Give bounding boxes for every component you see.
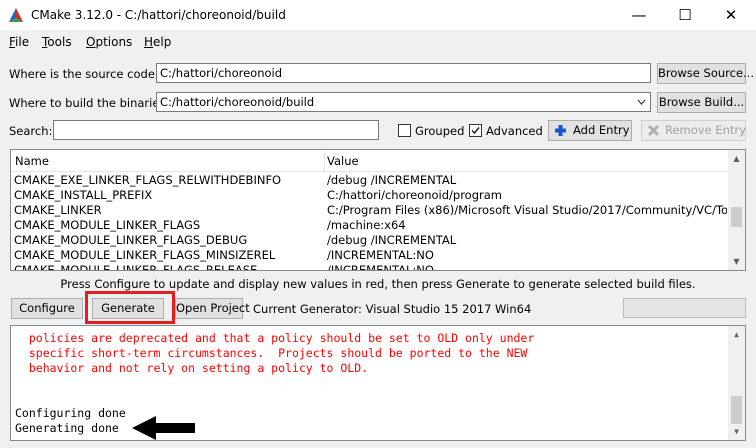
search-label: Search:: [9, 124, 53, 138]
build-label: Where to build the binaries:: [9, 96, 170, 110]
output-scroll-down-arrow-icon[interactable]: ▼: [728, 423, 745, 440]
output-scroll-up-arrow-icon[interactable]: ▲: [728, 326, 745, 343]
advanced-checkbox[interactable]: [469, 124, 482, 137]
cache-table[interactable]: Name Value CMAKE_EXE_LINKER_FLAGS_RELWIT…: [10, 149, 746, 271]
menu-file[interactable]: File: [9, 35, 29, 49]
minimize-button[interactable]: —: [616, 0, 662, 31]
menu-bar: File Tools Options Help: [0, 31, 756, 53]
column-value-header[interactable]: Value: [327, 154, 359, 168]
configure-button[interactable]: Configure: [11, 298, 83, 319]
checkmark-icon: [471, 127, 480, 135]
table-row[interactable]: CMAKE_LINKER C:/Program Files (x86)/Micro…: [11, 203, 729, 218]
build-path-value: C:/hattori/choreonoid/build: [160, 95, 315, 109]
remove-entry-label: Remove Entry: [665, 123, 746, 137]
table-row[interactable]: CMAKE_MODULE_LINKER_FLAGS_DEBUG/debug /I…: [11, 233, 729, 248]
table-row[interactable]: CMAKE_EXE_LINKER_FLAGS_RELWITHDEBINFO/de…: [11, 173, 729, 188]
table-header: Name Value: [11, 150, 729, 172]
output-scrollbar[interactable]: ▲ ▼: [728, 326, 745, 440]
menu-help[interactable]: Help: [144, 35, 171, 49]
scroll-thumb[interactable]: [731, 207, 742, 227]
advanced-label: Advanced: [486, 124, 543, 138]
browse-build-button[interactable]: Browse Build...: [657, 92, 746, 113]
add-entry-button[interactable]: Add Entry: [548, 120, 632, 141]
menu-options[interactable]: Options: [86, 35, 132, 49]
table-row[interactable]: CMAKE_MODULE_LINKER_FLAGS_RELEASE/INCREM…: [11, 263, 729, 270]
grouped-checkbox[interactable]: [398, 124, 411, 137]
log-line: Configuring done: [15, 406, 126, 420]
output-scroll-thumb[interactable]: [731, 396, 742, 424]
menu-tools[interactable]: Tools: [42, 35, 72, 49]
annotation-arrow-icon: [132, 416, 195, 440]
remove-entry-button[interactable]: Remove Entry: [641, 120, 746, 141]
log-line: Generating done: [15, 421, 119, 435]
add-entry-label: Add Entry: [573, 123, 630, 137]
build-path-combobox[interactable]: C:/hattori/choreonoid/build: [156, 92, 651, 112]
current-generator-text: Current Generator: Visual Studio 15 2017…: [253, 302, 532, 316]
table-row[interactable]: CMAKE_MODULE_LINKER_FLAGS_MINSIZEREL/INC…: [11, 248, 729, 263]
maximize-button[interactable]: ☐: [662, 0, 708, 31]
progress-bar: [623, 298, 746, 318]
dropdown-arrow-icon: [637, 99, 646, 105]
scroll-down-arrow-icon[interactable]: ▼: [728, 253, 745, 270]
column-name-header[interactable]: Name: [15, 154, 49, 168]
source-label: Where is the source code:: [9, 67, 159, 81]
grouped-label: Grouped: [415, 124, 465, 138]
cmake-logo-icon: [9, 8, 23, 22]
column-divider[interactable]: [324, 150, 325, 172]
add-entry-icon: [555, 125, 566, 136]
generate-highlight-box: [85, 291, 175, 324]
close-button[interactable]: ✕: [708, 0, 754, 31]
search-input[interactable]: [53, 120, 379, 140]
browse-source-button[interactable]: Browse Source...: [657, 63, 754, 84]
table-row[interactable]: CMAKE_INSTALL_PREFIX C:/hattori/choreonoi…: [11, 188, 729, 203]
scroll-up-arrow-icon[interactable]: ▲: [728, 150, 745, 167]
output-log[interactable]: policies are deprecated and that a polic…: [10, 325, 746, 441]
title-bar: CMake 3.12.0 - C:/hattori/choreonoid/bui…: [0, 0, 756, 31]
hint-text: Press Configure to update and display ne…: [60, 277, 696, 291]
window-title: CMake 3.12.0 - C:/hattori/choreonoid/bui…: [31, 8, 286, 22]
log-line: behavior and not rely on setting a polic…: [15, 361, 369, 375]
table-row[interactable]: CMAKE_MODULE_LINKER_FLAGS/machine:x64: [11, 218, 729, 233]
open-project-button[interactable]: Open Project: [175, 298, 250, 319]
remove-entry-icon: [647, 124, 660, 137]
table-scrollbar[interactable]: ▲ ▼: [728, 150, 745, 270]
log-line: specific short-term circumstances. Proje…: [15, 346, 528, 360]
log-line: policies are deprecated and that a polic…: [15, 331, 535, 345]
source-path-input[interactable]: C:/hattori/choreonoid: [156, 63, 651, 83]
